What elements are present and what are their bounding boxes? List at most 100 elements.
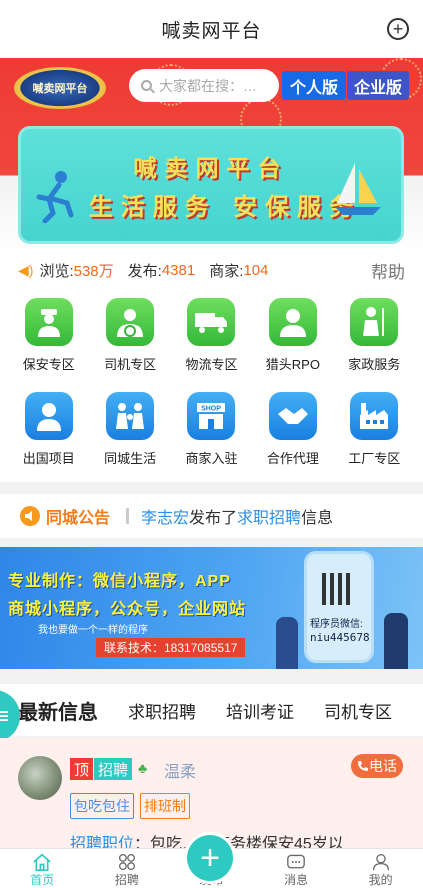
nav-recruit[interactable]: 招聘: [85, 849, 170, 888]
category-label: 同城生活: [104, 451, 157, 466]
qr-code-icon: [322, 573, 354, 605]
category-label: 保安专区: [22, 357, 75, 372]
shop-icon: SHOP: [187, 392, 236, 440]
profile-icon: [372, 853, 389, 871]
person-illustration: [384, 613, 408, 669]
list-item[interactable]: 顶 招聘 ♣ 温柔 电话 包吃包住 排班制 招聘职位：包吃…了商务楼保安45岁以: [0, 738, 423, 853]
brand-logo-text: 喊卖网平台: [32, 83, 88, 95]
posts-value: 4381: [161, 261, 196, 279]
poster-username: 温柔: [164, 764, 197, 781]
category-label: 出国项目: [22, 451, 75, 466]
enterprise-version-button[interactable]: 企业版: [347, 71, 409, 100]
category-label: 司机专区: [104, 357, 157, 372]
ad-banner[interactable]: 专业制作：微信小程序，APP 商城小程序，公众号，企业网站 我也要做一个一样的程…: [0, 547, 423, 669]
ad-line-1: 专业制作：微信小程序，APP: [8, 573, 231, 590]
menu-icon: [0, 709, 8, 723]
truck-icon: [187, 298, 236, 346]
category-logistics[interactable]: 物流专区: [171, 294, 252, 388]
wechat-label: 程序员微信:: [310, 619, 363, 630]
nav-profile[interactable]: 我的: [338, 849, 423, 888]
ad-contact: 联系技术：18317085517: [96, 638, 246, 657]
tab-jobs[interactable]: 求职招聘: [128, 698, 196, 723]
announcement-suffix: 信息: [301, 510, 334, 527]
message-icon: [287, 854, 305, 869]
hero-section: 喊卖网平台 大家都在搜：… 个人版 企业版 喊卖网平台 生活服务 安保服务: [0, 58, 423, 254]
help-link[interactable]: 帮助: [371, 258, 405, 283]
category-grid: 保安专区 司机专区 物流专区 猎头RPO 家政服务 出国项目 同城生活 SHOP…: [0, 286, 423, 482]
svg-text:SHOP: SHOP: [202, 406, 222, 413]
announcement-user: 李志宏: [141, 510, 190, 527]
driver-icon: [106, 298, 155, 346]
sailboat-icon: [335, 163, 381, 215]
speaker-icon: [20, 506, 40, 526]
personal-version-button[interactable]: 个人版: [282, 71, 346, 100]
nav-label: 首页: [30, 873, 55, 887]
category-local-life[interactable]: 同城生活: [89, 388, 170, 482]
verified-user-icon: ♣: [138, 760, 148, 776]
city-announcement[interactable]: 同城公告 李志宏 发布了 求职招聘 信息: [0, 494, 423, 538]
announcement-verb: 发布了: [189, 510, 238, 527]
category-label: 物流专区: [185, 357, 238, 372]
category-overseas[interactable]: 出国项目: [8, 388, 89, 482]
merchants-label: 商家:: [209, 262, 244, 280]
tag-chip: 包吃包住: [70, 793, 134, 819]
home-icon: [33, 853, 52, 871]
nav-label: 我的: [368, 873, 393, 887]
phone-illustration: [304, 551, 374, 663]
category-factory[interactable]: 工厂专区: [334, 388, 415, 482]
category-label: 猎头RPO: [265, 357, 320, 372]
person-illustration: [276, 617, 298, 669]
announcement-tag: 同城公告: [46, 510, 111, 527]
tab-latest[interactable]: 最新信息: [18, 696, 98, 725]
ad-line-2: 商城小程序，公众号，企业网站: [8, 601, 247, 618]
category-label: 合作代理: [266, 451, 319, 466]
nav-label: 招聘: [114, 873, 139, 887]
housekeeping-icon: [350, 298, 399, 346]
category-merchant-join[interactable]: SHOP 商家入驻: [171, 388, 252, 482]
views-value: 538万: [73, 262, 114, 280]
grid-icon: [118, 853, 135, 871]
search-icon: [141, 80, 152, 91]
views-label: 浏览:: [39, 262, 74, 280]
phone-icon: [358, 761, 368, 771]
call-button[interactable]: 电话: [351, 754, 403, 778]
merchants-value: 104: [243, 261, 269, 279]
category-security[interactable]: 保安专区: [8, 294, 89, 388]
family-icon: [106, 392, 155, 440]
category-housekeeping[interactable]: 家政服务: [334, 294, 415, 388]
category-label: 商家入驻: [185, 451, 238, 466]
security-guard-icon: [24, 298, 73, 346]
ad-line-3: 我也要做一个一样的程序: [38, 625, 148, 636]
divider: [126, 508, 130, 524]
hiring-badge: 招聘: [94, 758, 133, 780]
page-title: 喊卖网平台: [161, 20, 262, 42]
promo-banner[interactable]: 喊卖网平台 生活服务 安保服务: [18, 126, 404, 244]
category-partner[interactable]: 合作代理: [252, 388, 333, 482]
category-label: 工厂专区: [348, 451, 401, 466]
add-circle-icon[interactable]: +: [387, 18, 409, 40]
plus-icon: +: [200, 839, 220, 877]
publish-button[interactable]: +: [187, 835, 233, 881]
wechat-id: niu445678: [310, 631, 370, 644]
tab-training[interactable]: 培训考证: [226, 698, 294, 723]
factory-icon: [350, 392, 399, 440]
nav-home[interactable]: 首页: [0, 849, 85, 888]
announcement-category: 求职招聘: [237, 510, 302, 527]
nav-messages[interactable]: 消息: [254, 849, 339, 888]
avatar: [18, 756, 62, 800]
nav-label: 消息: [284, 873, 309, 887]
category-label: 家政服务: [348, 357, 401, 372]
site-stats: ◀) 浏览: 538万 发布: 4381 商家: 104 帮助: [0, 254, 423, 286]
search-input[interactable]: 大家都在搜：…: [129, 69, 279, 102]
category-driver[interactable]: 司机专区: [89, 294, 170, 388]
tab-drivers[interactable]: 司机专区: [324, 698, 392, 723]
pinned-badge: 顶: [70, 758, 94, 780]
category-headhunter[interactable]: 猎头RPO: [252, 294, 333, 388]
handshake-icon: [268, 392, 317, 440]
speaker-icon: ◀): [18, 261, 34, 278]
search-placeholder: 大家都在搜：…: [159, 77, 257, 94]
top-bar: 喊卖网平台 +: [0, 0, 423, 58]
tag-chip: 排班制: [140, 793, 190, 819]
brand-logo[interactable]: 喊卖网平台: [14, 67, 106, 109]
person-icon: [24, 392, 73, 440]
